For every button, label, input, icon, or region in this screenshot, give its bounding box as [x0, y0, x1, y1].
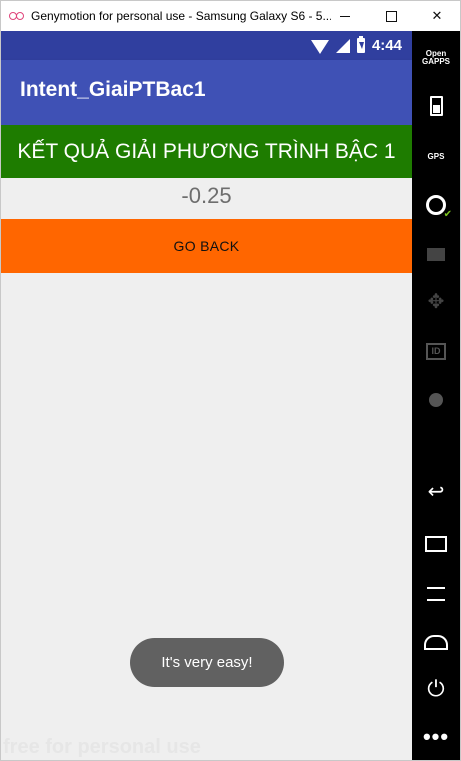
screencast-widget-button[interactable] [412, 241, 460, 267]
window-close-button[interactable]: ✕ [414, 1, 460, 31]
status-clock: 4:44 [371, 37, 402, 54]
window-title: Genymotion for personal use - Samsung Ga… [31, 9, 331, 23]
more-icon: ••• [422, 724, 450, 749]
webcam-icon [426, 195, 452, 220]
result-value: -0.25 [181, 183, 232, 208]
android-recent-apps-button[interactable] [412, 531, 460, 557]
disk-icon [429, 393, 443, 407]
clapperboard-icon [427, 247, 445, 261]
android-home-button[interactable] [412, 629, 460, 655]
battery-widget-button[interactable] [412, 93, 460, 119]
gps-icon: GPS [427, 151, 445, 161]
watermark-text: free for personal use [3, 736, 201, 758]
genymotion-toolbar: Open GAPPS GPS ✥ ID ↩ [412, 31, 460, 760]
close-icon: ✕ [431, 8, 443, 23]
opengapps-icon: Open GAPPS [421, 49, 450, 66]
android-back-button[interactable]: ↩ [412, 477, 460, 505]
wifi-icon [310, 39, 329, 54]
id-icon: ID [426, 342, 446, 360]
more-options-button[interactable]: ••• [412, 724, 460, 750]
power-icon: ⏻ [427, 676, 445, 701]
go-back-button[interactable]: GO BACK [1, 219, 412, 273]
result-header: KẾT QUẢ GIẢI PHƯƠNG TRÌNH BẬC 1 [1, 125, 412, 178]
app-title: Intent_GiaiPTBac1 [20, 78, 206, 101]
window-titlebar[interactable]: Genymotion for personal use - Samsung Ga… [1, 1, 460, 31]
menu-icon [427, 587, 445, 601]
dpad-icon: ✥ [427, 290, 445, 313]
back-icon: ↩ [427, 480, 445, 503]
webcam-widget-button[interactable] [412, 191, 460, 220]
app-action-bar: Intent_GiaiPTBac1 [1, 60, 412, 125]
home-icon [424, 634, 448, 650]
minimize-icon [340, 15, 350, 17]
recent-apps-icon [425, 536, 447, 552]
android-menu-button[interactable] [412, 581, 460, 607]
device-id-widget-button[interactable]: ID [412, 338, 460, 364]
window-minimize-button[interactable] [322, 1, 368, 31]
window-maximize-button[interactable] [368, 1, 414, 31]
toast-message: It's very easy! [130, 638, 284, 687]
android-power-button[interactable]: ⏻ [412, 675, 460, 703]
signal-icon [335, 38, 350, 53]
genymotion-window: Genymotion for personal use - Samsung Ga… [0, 0, 461, 761]
maximize-icon [385, 10, 397, 22]
gps-widget-button[interactable]: GPS [412, 143, 460, 169]
genymotion-logo-icon [9, 10, 25, 22]
android-status-bar: 4:44 [1, 31, 412, 60]
disk-io-widget-button[interactable] [412, 387, 460, 413]
battery-charging-icon [356, 36, 365, 53]
android-screen[interactable]: 4:44 Intent_GiaiPTBac1 KẾT QUẢ GIẢI PHƯƠ… [1, 31, 412, 760]
battery-icon [429, 96, 443, 116]
remote-control-widget-button[interactable]: ✥ [412, 287, 460, 315]
opengapps-button[interactable]: Open GAPPS [412, 45, 460, 71]
